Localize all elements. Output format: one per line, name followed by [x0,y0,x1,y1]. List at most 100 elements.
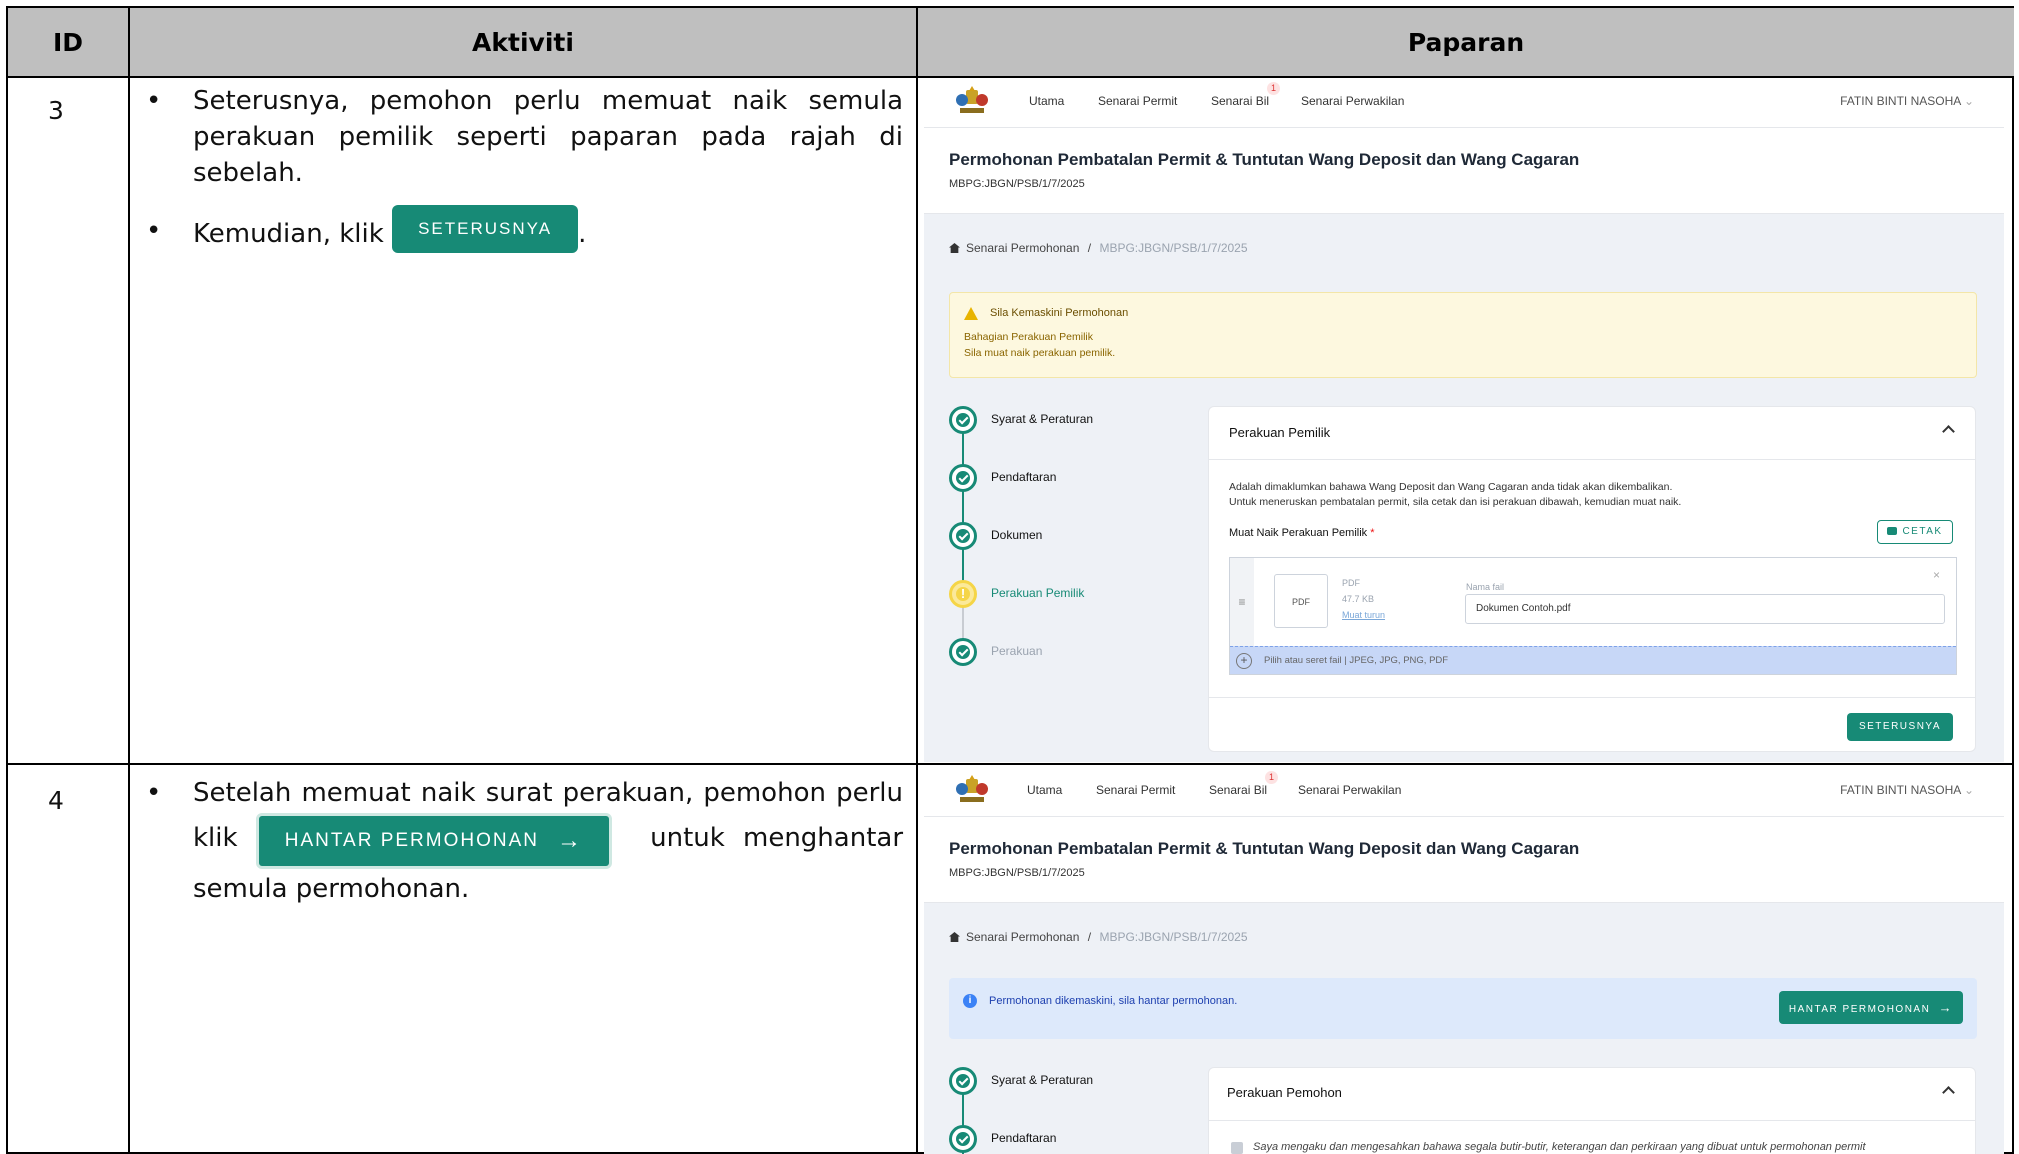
user-name: FATIN BINTI NASOHA [1840,783,1961,797]
upload-label: Muat Naik Perakuan Pemilik * [1229,527,1375,539]
breadcrumb: Senarai Permohonan / MBPG:JBGN/PSB/1/7/2… [949,930,1248,944]
check-icon [949,464,977,492]
column-divider [128,8,130,1152]
cetak-button[interactable]: CETAK [1877,520,1953,544]
check-icon [949,406,977,434]
step-label: Syarat & Peraturan [991,412,1094,426]
chevron-down-icon: ⌄ [1963,783,1974,797]
nav-utama[interactable]: Utama [1029,94,1064,108]
plus-icon: + [1236,653,1252,669]
filename-input[interactable]: Dokumen Contoh.pdf [1465,594,1945,624]
breadcrumb-home[interactable]: Senarai Permohonan [966,930,1079,944]
check-icon [949,638,977,666]
column-divider [916,8,918,1152]
step-label: Perakuan [991,644,1043,658]
user-menu[interactable]: FATIN BINTI NASOHA ⌄ [1840,783,1974,797]
perakuan-pemohon-card: Perakuan Pemohon Saya mengaku dan menges… [1208,1067,1976,1154]
activity-text: . [578,219,587,249]
upload-label-text: Muat Naik Perakuan Pemilik [1229,527,1368,539]
hantar-permohonan-button-image: HANTAR PERMOHONAN → [255,813,612,869]
breadcrumb-current: MBPG:JBGN/PSB/1/7/2025 [1099,241,1248,255]
user-menu[interactable]: FATIN BINTI NASOHA ⌄ [1840,94,1974,108]
crest-logo-icon [956,775,988,802]
hantar-permohonan-button[interactable]: HANTAR PERMOHONAN → [1779,991,1963,1024]
nav-senarai-perwakilan[interactable]: Senarai Perwakilan [1301,94,1404,108]
card-desc-1: Adalah dimaklumkan bahawa Wang Deposit d… [1229,481,1673,493]
file-type: PDF [1342,578,1360,588]
check-icon [949,1125,977,1153]
required-mark: * [1370,527,1375,539]
file-dropzone[interactable]: + Pilih atau seret fail | JPEG, JPG, PNG… [1230,646,1956,674]
declaration-text: Saya mengaku dan mengesahkan bahawa sega… [1253,1141,1866,1153]
card-desc-2: Untuk meneruskan pembatalan permit, sila… [1229,496,1682,508]
notification-badge: 1 [1265,771,1278,784]
top-nav: Utama Senarai Permit Senarai Bil 1 Senar… [924,78,2004,128]
dropzone-text: Pilih atau seret fail | JPEG, JPG, PNG, … [1264,655,1449,666]
pdf-file-icon: PDF [1274,574,1328,628]
check-icon [949,1067,977,1095]
step-label: Perakuan Pemilik [991,586,1085,600]
nav-senarai-perwakilan[interactable]: Senarai Perwakilan [1298,783,1401,797]
info-icon: i [963,994,977,1008]
card-title: Perakuan Pemohon [1227,1085,1342,1100]
row-divider [8,763,2012,765]
chevron-up-icon[interactable] [1942,425,1955,438]
nav-senarai-bil[interactable]: Senarai Bil [1209,783,1267,797]
header-display: Paparan [918,8,2014,78]
seterusnya-button-image: SETERUSNYA [392,205,579,253]
header-id: ID [8,8,128,78]
divider [1209,459,1975,460]
submit-label: HANTAR PERMOHONAN [1788,1004,1931,1015]
crest-logo-icon [956,86,988,113]
warning-title: Sila Kemaskini Permohonan [990,307,1129,319]
activity-cell: Seterusnya, pemohon perlu memuat naik se… [138,83,903,261]
divider [1209,697,1975,698]
notification-badge: 1 [1267,82,1280,95]
step-label: Dokumen [991,528,1043,542]
divider [1209,1120,1975,1121]
arrow-right-icon: → [1938,1000,1954,1015]
reference-number: MBPG:JBGN/PSB/1/7/2025 [949,178,1085,190]
info-alert: i Permohonan dikemaskini, sila hantar pe… [949,978,1977,1039]
arrow-right-icon: → [557,827,583,854]
seterusnya-button[interactable]: SETERUSNYA [1847,713,1953,741]
nav-senarai-permit[interactable]: Senarai Permit [1096,783,1175,797]
header-activity: Aktiviti [130,8,916,78]
top-nav: Utama Senarai Permit Senarai Bil 1 Senar… [924,767,2004,817]
file-upload-area: ≡ PDF PDF 47.7 KB Muat turun Nama fail D… [1229,557,1957,675]
nav-senarai-permit[interactable]: Senarai Permit [1098,94,1177,108]
activity-text: Seterusnya, pemohon perlu memuat naik se… [193,86,903,188]
activity-bullet: Seterusnya, pemohon perlu memuat naik se… [138,83,903,191]
home-icon [949,243,960,253]
warning-icon [964,307,978,320]
card-title: Perakuan Pemilik [1229,425,1331,440]
screenshot-perakuan-pemilik: Utama Senarai Permit Senarai Bil 1 Senar… [924,78,2004,762]
activity-text: Kemudian, klik [193,219,384,249]
nav-senarai-bil[interactable]: Senarai Bil [1211,94,1269,108]
remove-file-icon[interactable]: × [1933,568,1940,582]
button-label: HANTAR PERMOHONAN [284,830,539,851]
breadcrumb-separator: / [1087,930,1092,944]
drag-handle-icon[interactable]: ≡ [1230,558,1254,646]
page-header: Permohonan Pembatalan Permit & Tuntutan … [924,817,2004,903]
check-icon [949,522,977,550]
row-id: 3 [48,96,64,125]
declaration-checkbox[interactable] [1231,1142,1243,1154]
page-title: Permohonan Pembatalan Permit & Tuntutan … [949,150,1580,169]
chevron-down-icon: ⌄ [1963,94,1974,108]
step-label: Pendaftaran [991,470,1057,484]
breadcrumb-separator: / [1087,241,1092,255]
download-link[interactable]: Muat turun [1342,610,1385,620]
nav-utama[interactable]: Utama [1027,783,1062,797]
warning-alert: Sila Kemaskini Permohonan Bahagian Perak… [949,292,1977,378]
info-text: Permohonan dikemaskini, sila hantar perm… [989,995,1238,1007]
breadcrumb-home[interactable]: Senarai Permohonan [966,241,1079,255]
activity-cell: Setelah memuat naik surat perakuan, pemo… [138,773,903,909]
perakuan-pemilik-card: Perakuan Pemilik Adalah dimaklumkan baha… [1208,406,1976,752]
exclamation-icon: ! [949,580,977,608]
uploaded-file-row: ≡ PDF PDF 47.7 KB Muat turun Nama fail D… [1230,558,1956,646]
activity-bullet: Kemudian, klik SETERUSNYA. [138,205,903,261]
chevron-up-icon[interactable] [1942,1086,1955,1099]
cetak-label: CETAK [1902,526,1943,537]
page-title: Permohonan Pembatalan Permit & Tuntutan … [949,839,1580,858]
